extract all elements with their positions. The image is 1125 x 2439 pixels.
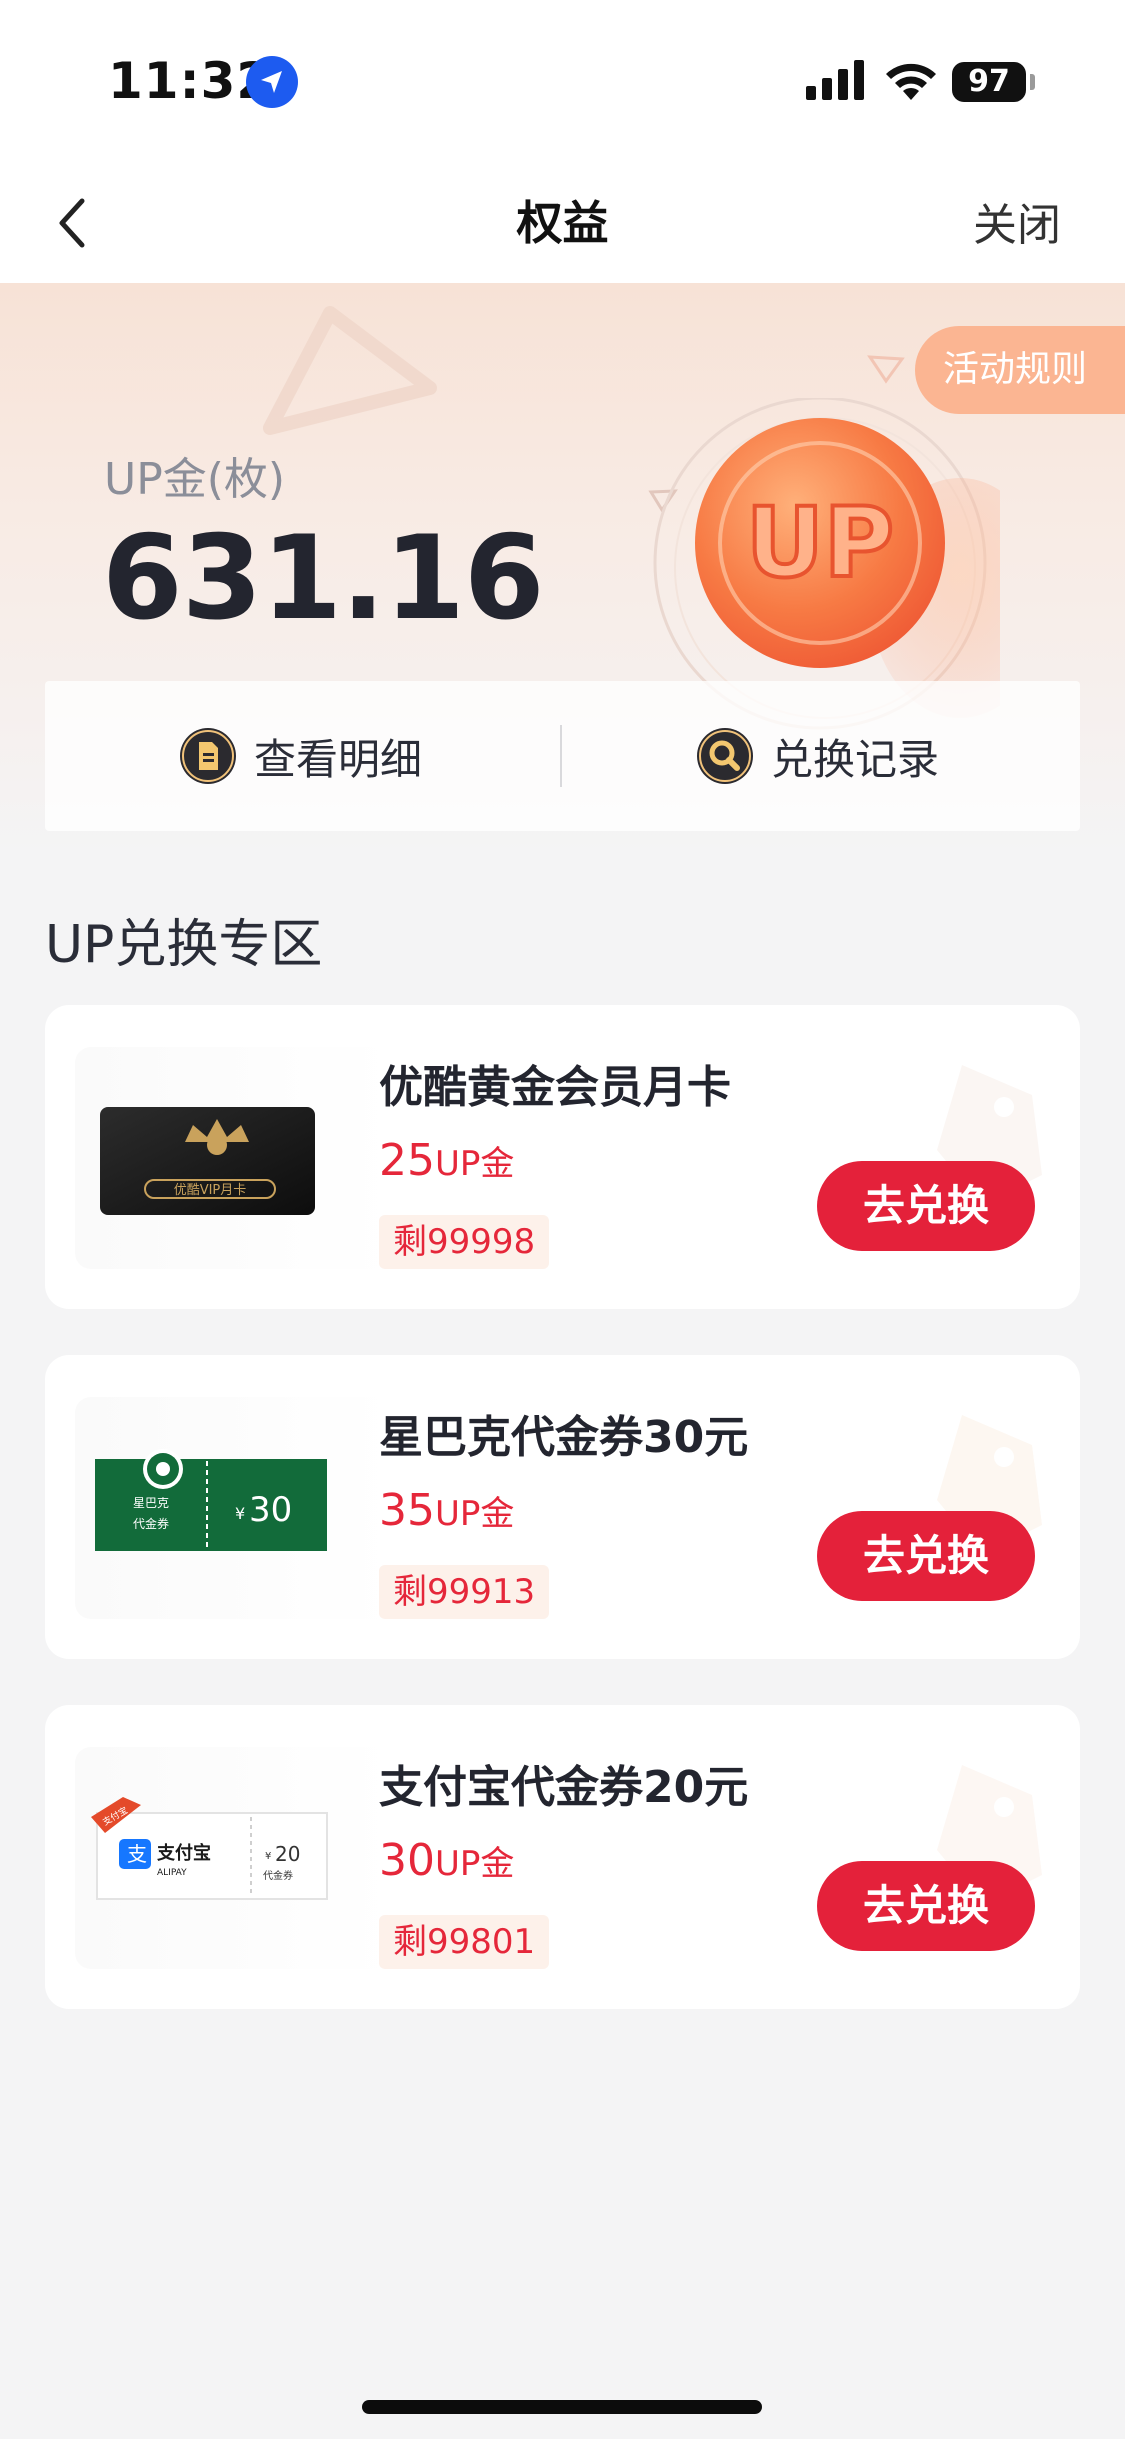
search-icon — [697, 728, 753, 784]
thumb-currency: ¥ — [265, 1851, 271, 1862]
divider — [560, 725, 562, 787]
stock-badge: 剩99913 — [379, 1565, 550, 1619]
product-thumbnail: 星巴克 代金券 ¥ 30 — [75, 1397, 395, 1619]
price-value: 30 — [379, 1835, 435, 1886]
battery-level: 97 — [968, 64, 1010, 99]
product-price: 35UP金 — [379, 1485, 514, 1536]
exchange-button[interactable]: 去兑换 — [817, 1161, 1035, 1251]
home-indicator[interactable] — [362, 2400, 762, 2414]
close-button[interactable]: 关闭 — [973, 189, 1061, 253]
thumb-text: 星巴克 — [133, 1496, 169, 1510]
balance-value: 631.16 — [102, 511, 545, 646]
product-thumbnail: 优酷VIP月卡 — [75, 1047, 395, 1269]
thumb-brand: 支付宝 — [156, 1842, 211, 1864]
stock-badge: 剩99998 — [379, 1215, 550, 1269]
thumb-amount: 30 — [249, 1490, 292, 1530]
product-card: 优酷VIP月卡 优酷黄金会员月卡 25UP金 剩99998 去兑换 — [45, 1005, 1080, 1309]
exchange-button[interactable]: 去兑换 — [817, 1511, 1035, 1601]
price-unit: UP金 — [435, 1144, 515, 1184]
thumb-amount: 20 — [275, 1842, 300, 1866]
product-card: 支付宝 支 支付宝 ALIPAY ¥ 20 代金券 支付宝代金券20元 30UP… — [45, 1705, 1080, 2009]
price-value: 25 — [379, 1135, 435, 1186]
product-price: 30UP金 — [379, 1835, 514, 1886]
price-unit: UP金 — [435, 1494, 515, 1534]
status-bar: 11:32 97 — [0, 0, 1125, 165]
thumb-text: 优酷VIP月卡 — [174, 1183, 247, 1198]
signal-icon — [806, 60, 864, 100]
balance-actions: 查看明细 兑换记录 — [45, 681, 1080, 831]
section-title: UP兑换专区 — [45, 915, 323, 975]
wifi-icon — [886, 63, 936, 100]
product-name: 优酷黄金会员月卡 — [379, 1062, 731, 1113]
location-icon — [246, 56, 298, 108]
nav-bar: 权益 关闭 — [0, 165, 1125, 283]
product-card: 星巴克 代金券 ¥ 30 星巴克代金券30元 35UP金 剩99913 去兑换 — [45, 1355, 1080, 1659]
stock-badge: 剩99801 — [379, 1915, 550, 1969]
battery-icon: 97 — [952, 62, 1026, 102]
triangle-decoration — [867, 355, 905, 384]
svg-text:支: 支 — [127, 1842, 147, 1866]
view-details-button[interactable]: 查看明细 — [180, 681, 422, 831]
page-title: 权益 — [516, 196, 609, 250]
balance-label: UP金(枚) — [104, 454, 286, 505]
product-thumbnail: 支付宝 支 支付宝 ALIPAY ¥ 20 代金券 — [75, 1747, 395, 1969]
coin-text: UP — [746, 487, 894, 599]
price-unit: UP金 — [435, 1844, 515, 1884]
view-details-label: 查看明细 — [254, 734, 423, 784]
price-value: 35 — [379, 1485, 435, 1536]
battery-tip — [1030, 74, 1035, 90]
document-icon — [180, 728, 236, 784]
product-name: 星巴克代金券30元 — [379, 1412, 749, 1463]
thumb-caption: 代金券 — [263, 1869, 293, 1882]
thumb-brand-en: ALIPAY — [157, 1868, 187, 1878]
exchange-button[interactable]: 去兑换 — [817, 1861, 1035, 1951]
thumb-currency: ¥ — [235, 1504, 245, 1523]
product-name: 支付宝代金券20元 — [379, 1762, 749, 1813]
thumb-text: 代金券 — [133, 1516, 169, 1531]
triangle-decoration — [263, 306, 437, 435]
product-price: 25UP金 — [379, 1135, 514, 1186]
exchange-records-button[interactable]: 兑换记录 — [697, 681, 939, 831]
exchange-records-label: 兑换记录 — [771, 734, 940, 784]
